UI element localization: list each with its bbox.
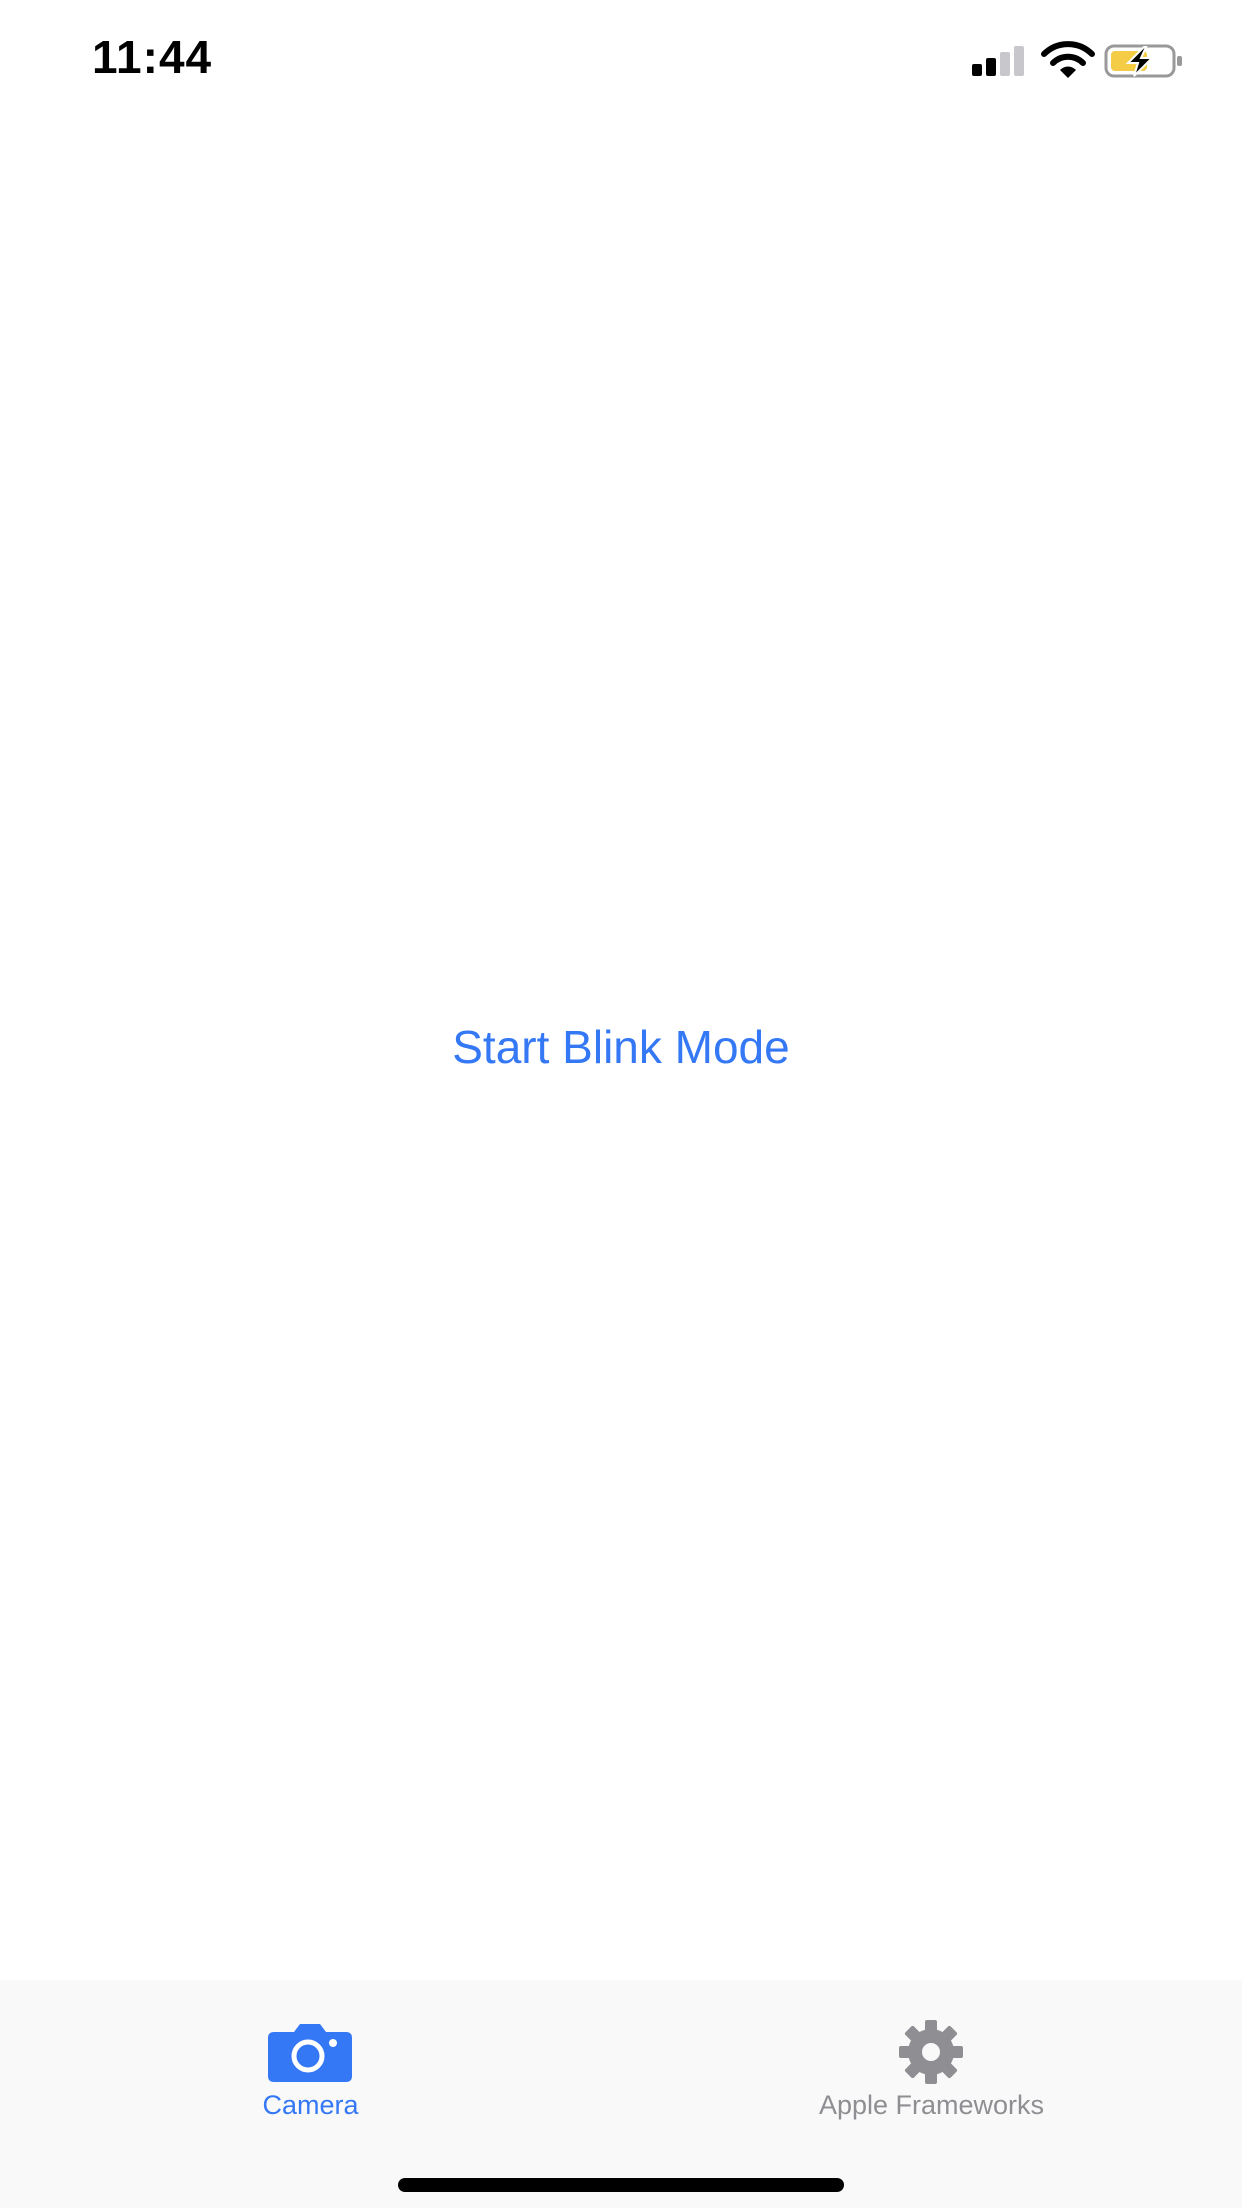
tab-camera[interactable]: Camera: [0, 1980, 621, 2130]
battery-charging-icon: [1104, 44, 1182, 78]
status-time: 11:44: [92, 31, 213, 83]
camera-icon: [268, 2024, 352, 2082]
tab-bar: Camera Apple Frameworks: [0, 1980, 1242, 2208]
cellular-signal-icon: [972, 46, 1024, 76]
home-indicator[interactable]: [398, 2178, 844, 2192]
gear-icon: [899, 2020, 963, 2084]
tab-apple-frameworks-label: Apple Frameworks: [818, 2090, 1045, 2120]
start-blink-mode-button[interactable]: Start Blink Mode: [0, 1010, 1242, 1084]
tab-camera-label: Camera: [262, 2090, 359, 2120]
tab-apple-frameworks[interactable]: Apple Frameworks: [621, 1980, 1242, 2130]
status-bar: 11:44: [0, 0, 1242, 130]
main-content: Start Blink Mode: [0, 130, 1242, 1980]
wifi-icon: [1041, 41, 1095, 78]
